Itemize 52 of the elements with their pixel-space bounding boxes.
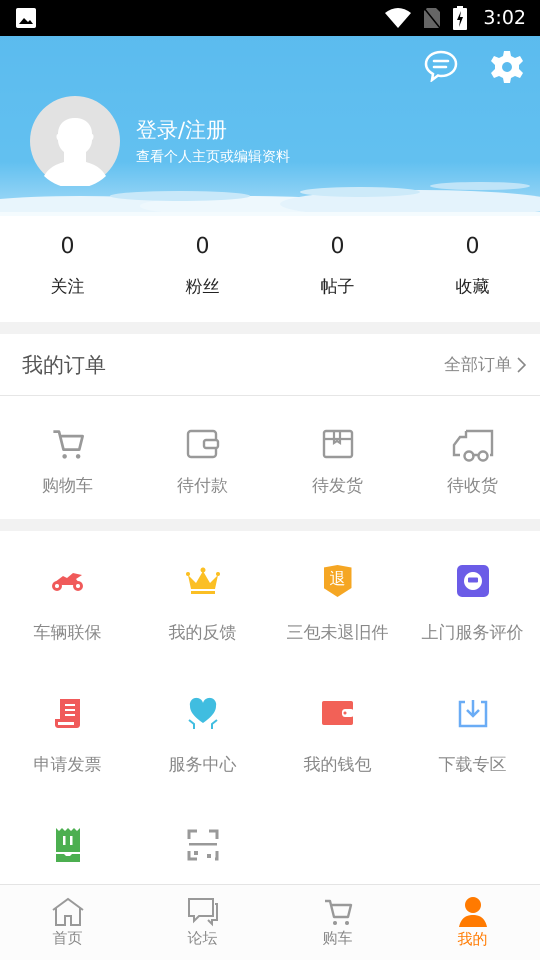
chat-icon[interactable] [424, 50, 458, 82]
service-label[interactable]: 申请发票 [34, 753, 102, 776]
chevron-icon [516, 356, 526, 372]
home-icon[interactable] [50, 897, 84, 927]
order-status-label[interactable]: 购物车 [42, 474, 93, 497]
stat-label[interactable]: 粉丝 [186, 275, 220, 298]
chat-icon[interactable] [186, 897, 218, 927]
motorcycle-icon [50, 570, 84, 592]
stat-count: 0 [466, 234, 480, 259]
download-icon [456, 698, 488, 728]
ticket-icon [56, 828, 80, 862]
service-label[interactable]: 服务中心 [168, 753, 236, 776]
stat-count: 0 [330, 234, 344, 259]
service-label[interactable]: 上门服务评价 [422, 621, 524, 644]
clock-time: 3:02 [483, 7, 526, 29]
no-sim-icon [423, 7, 442, 29]
service-label[interactable]: 我的反馈 [168, 621, 236, 644]
service-label[interactable]: 车辆联保 [34, 621, 102, 644]
stat-label[interactable]: 帖子 [320, 275, 354, 298]
scan-icon [186, 829, 218, 861]
message-icon [456, 565, 488, 597]
stat-label[interactable]: 收藏 [456, 275, 490, 298]
image-icon [16, 8, 36, 28]
section-title: 我的订单 [22, 352, 106, 378]
crown-icon [186, 567, 220, 595]
order-status-label[interactable]: 待收货 [447, 474, 498, 497]
heart-hands-icon [186, 696, 218, 730]
person-icon[interactable] [458, 896, 488, 928]
return-badge: 退 [324, 565, 352, 597]
order-status-label[interactable]: 待发货 [312, 474, 363, 497]
stat-count: 0 [196, 234, 210, 259]
profile-hint: 查看个人主页或编辑资料 [136, 148, 290, 166]
stat-count: 0 [60, 234, 74, 259]
wallet-icon [322, 701, 354, 725]
nav-tab[interactable]: 论坛 [135, 885, 270, 960]
nav-tab[interactable]: 购车 [270, 885, 405, 960]
all-orders-link[interactable]: 全部订单 [444, 353, 526, 376]
service-label[interactable]: 下载专区 [438, 753, 506, 776]
nav-tab[interactable]: 首页 [0, 885, 135, 960]
battery-icon [453, 6, 468, 30]
wallet-icon [186, 429, 220, 459]
settings-icon[interactable] [490, 50, 524, 84]
service-label[interactable]: 三包未退旧件 [286, 621, 388, 644]
wifi-icon [385, 8, 412, 28]
stat-label[interactable]: 关注 [50, 275, 84, 298]
box-icon [322, 429, 354, 459]
nav-tab[interactable]: 我的 [405, 885, 540, 960]
service-label[interactable]: 我的钱包 [304, 753, 372, 776]
order-status-label[interactable]: 待付款 [177, 474, 228, 497]
avatar[interactable] [30, 96, 120, 186]
receipt-icon [54, 697, 82, 729]
login-link[interactable]: 登录/注册 [136, 116, 290, 144]
